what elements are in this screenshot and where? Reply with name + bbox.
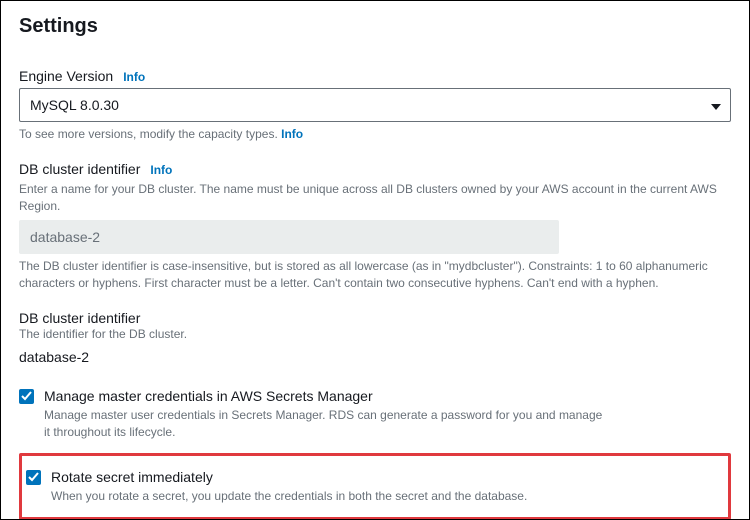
cluster-id-input-field: DB cluster identifier Info Enter a name … [19,161,731,292]
rotate-secret-body: Rotate secret immediately When you rotat… [51,468,720,505]
secrets-manager-label: Manage master credentials in AWS Secrets… [44,387,731,405]
secrets-manager-checkbox[interactable] [19,389,34,404]
cluster-id-display-label: DB cluster identifier [19,310,731,326]
engine-version-info-link[interactable]: Info [123,70,145,84]
engine-version-hint-info-link[interactable]: Info [281,127,303,141]
cluster-id-input-desc: Enter a name for your DB cluster. The na… [19,181,731,215]
rotate-secret-highlight: Rotate secret immediately When you rotat… [19,453,731,520]
engine-version-hint-text: To see more versions, modify the capacit… [19,127,281,141]
secrets-manager-desc: Manage master user credentials in Secret… [44,407,604,441]
engine-version-select-wrap: MySQL 8.0.30 [19,88,731,122]
engine-version-field: Engine Version Info MySQL 8.0.30 To see … [19,68,731,143]
cluster-id-input-value: database-2 [30,229,100,245]
cluster-id-display-field: DB cluster identifier The identifier for… [19,310,731,365]
engine-version-label: Engine Version [19,68,113,84]
engine-version-hint: To see more versions, modify the capacit… [19,126,731,143]
check-icon [28,472,39,483]
cluster-id-input-label: DB cluster identifier [19,161,140,177]
secrets-manager-row: Manage master credentials in AWS Secrets… [19,383,731,445]
rotate-secret-desc: When you rotate a secret, you update the… [51,488,611,505]
cluster-id-input-label-row: DB cluster identifier Info [19,161,731,177]
engine-version-value: MySQL 8.0.30 [30,97,119,113]
rotate-secret-label: Rotate secret immediately [51,468,720,486]
page-title: Settings [19,15,731,38]
settings-panel: Settings Engine Version Info MySQL 8.0.3… [0,0,750,520]
secrets-manager-body: Manage master credentials in AWS Secrets… [44,387,731,441]
cluster-id-display-value: database-2 [19,349,731,365]
rotate-secret-checkbox[interactable] [26,470,41,485]
engine-version-label-row: Engine Version Info [19,68,731,84]
cluster-id-input-info-link[interactable]: Info [150,163,172,177]
rotate-secret-row: Rotate secret immediately When you rotat… [26,464,720,509]
engine-version-select[interactable]: MySQL 8.0.30 [19,88,731,122]
cluster-id-input[interactable]: database-2 [19,220,559,254]
cluster-id-input-constraint: The DB cluster identifier is case-insens… [19,258,731,292]
cluster-id-display-desc: The identifier for the DB cluster. [19,326,731,343]
check-icon [21,391,32,402]
